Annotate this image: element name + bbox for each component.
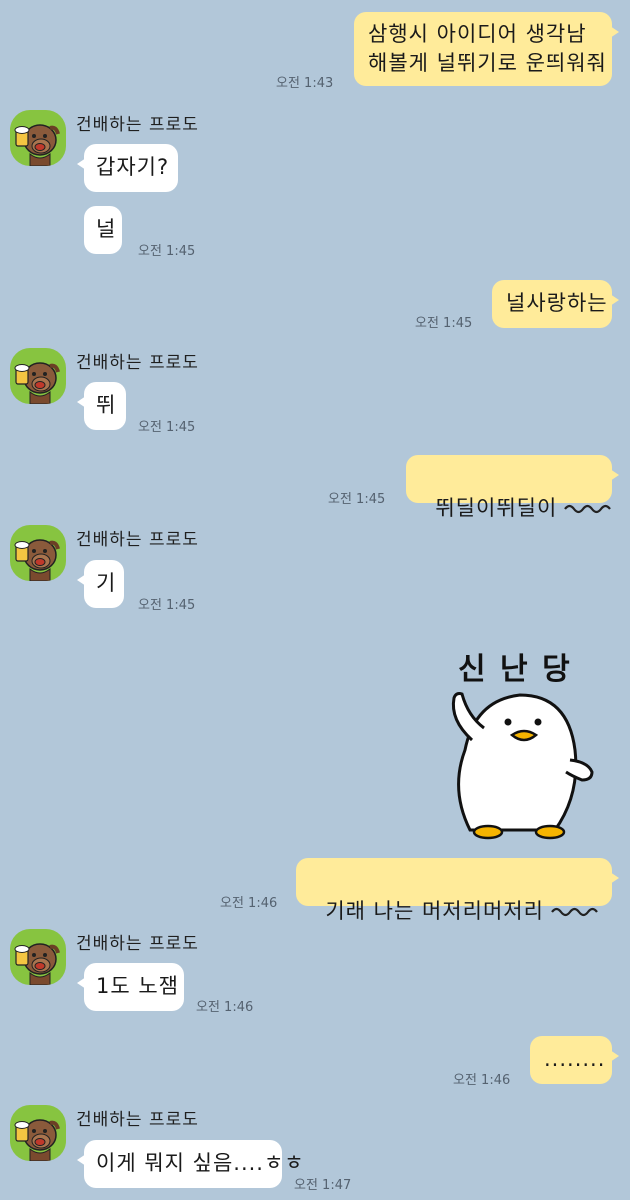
message-timestamp: 오전 1:46 [196, 1000, 254, 1015]
frodo-beer-avatar-icon [14, 943, 60, 985]
message-bubble-theirs[interactable]: 이게 뭐지 싶음....ㅎㅎ [77, 1140, 304, 1188]
message-bubble-theirs[interactable]: 기 [77, 560, 124, 608]
frodo-beer-avatar-icon [14, 362, 60, 404]
contact-name: 건배하는 프로도 [76, 1110, 199, 1130]
message-timestamp: 오전 1:46 [453, 1073, 511, 1088]
message-timestamp: 오전 1:45 [328, 492, 386, 507]
contact-avatar[interactable] [10, 525, 66, 581]
message-timestamp: 오전 1:47 [294, 1178, 352, 1193]
message-timestamp: 오전 1:45 [138, 244, 196, 259]
message-bubble-mine[interactable]: 삼행시 아이디어 생각남 해볼게 널뛰기로 운띄워줘 [354, 12, 619, 86]
frodo-beer-avatar-icon [14, 124, 60, 166]
message-bubble-mine[interactable]: 널사랑하는 [492, 280, 619, 328]
message-bubble-mine[interactable]: 뛰딜이뛰딜이 [406, 455, 619, 520]
squiggle-icon [551, 907, 598, 917]
message-timestamp: 오전 1:45 [138, 420, 196, 435]
message-bubble-theirs[interactable]: 널 [84, 206, 122, 254]
message-bubble-mine[interactable]: ........ [530, 1036, 619, 1084]
dancing-duck-sticker-icon [451, 692, 594, 840]
contact-avatar[interactable] [10, 348, 66, 404]
contact-name: 건배하는 프로도 [76, 530, 199, 550]
frodo-beer-avatar-icon [14, 1119, 60, 1161]
message-timestamp: 오전 1:46 [220, 896, 278, 911]
message-timestamp: 오전 1:45 [138, 598, 196, 613]
contact-avatar[interactable] [10, 929, 66, 985]
dancing-duck-sticker[interactable]: 신 난 당 [430, 640, 610, 850]
message-timestamp: 오전 1:45 [415, 316, 473, 331]
message-bubble-theirs[interactable]: 갑자기? [77, 144, 178, 192]
contact-avatar[interactable] [10, 110, 66, 166]
frodo-beer-avatar-icon [14, 539, 60, 581]
message-bubble-theirs[interactable]: 1도 노잼 [77, 963, 184, 1011]
message-timestamp: 오전 1:43 [276, 76, 334, 91]
message-text: 기래 나는 머저리머저리 [325, 899, 544, 923]
message-bubble-theirs[interactable]: 뛰 [77, 382, 126, 430]
contact-name: 건배하는 프로도 [76, 934, 199, 954]
squiggle-icon [564, 504, 612, 514]
message-bubble-mine[interactable]: 기래 나는 머저리머저리 [296, 858, 619, 923]
message-text: 뛰딜이뛰딜이 [435, 496, 558, 520]
contact-avatar[interactable] [10, 1105, 66, 1161]
contact-name: 건배하는 프로도 [76, 115, 199, 135]
contact-name: 건배하는 프로도 [76, 353, 199, 373]
